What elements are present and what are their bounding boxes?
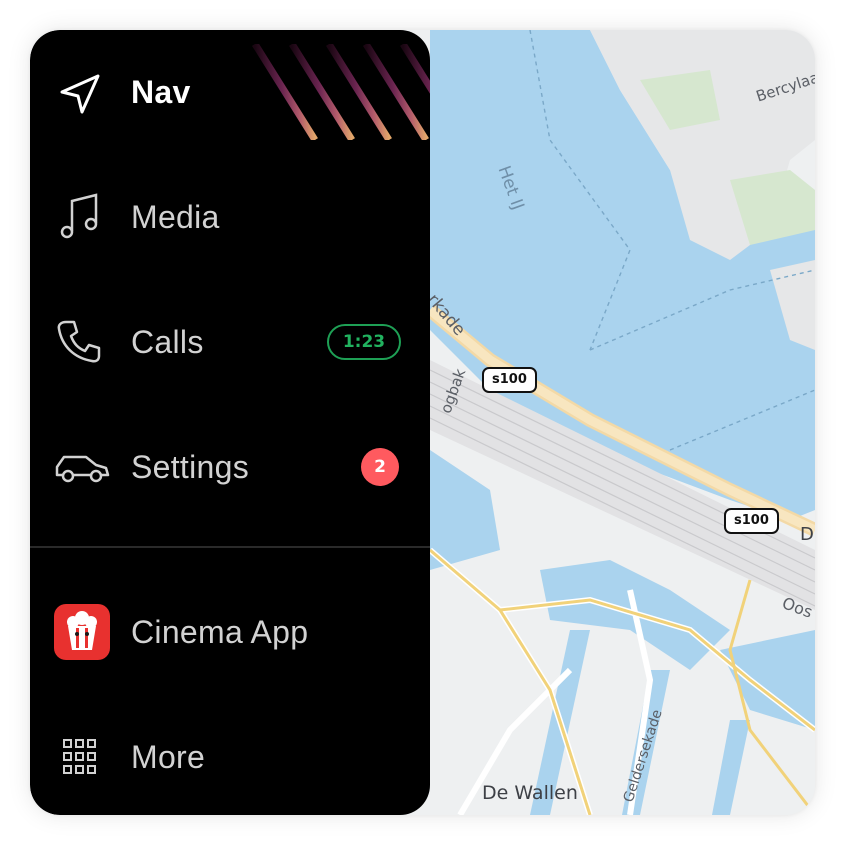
sidebar-item-nav[interactable]: Nav [30, 42, 430, 142]
map-label-d: D [800, 524, 814, 545]
sidebar-item-label: Calls [131, 324, 204, 360]
notification-badge: 2 [361, 448, 399, 486]
sidebar-item-media[interactable]: Media [30, 167, 430, 267]
sidebar: Nav Media Calls 1:23 Settings 2 Cinema A… [30, 30, 430, 815]
call-timer-badge: 1:23 [327, 324, 401, 360]
sidebar-item-calls[interactable]: Calls 1:23 [30, 292, 430, 392]
sidebar-item-label: Nav [131, 74, 191, 110]
navigation-arrow-icon [54, 68, 104, 118]
car-icon [54, 441, 110, 491]
highway-shield: s100 [724, 508, 779, 534]
highway-shield: s100 [482, 367, 537, 393]
music-note-icon [54, 191, 104, 241]
sidebar-divider [30, 546, 430, 548]
sidebar-item-label: Media [131, 199, 220, 235]
sidebar-item-settings[interactable]: Settings 2 [30, 417, 430, 517]
phone-icon [54, 316, 104, 366]
sidebar-item-label: More [131, 739, 206, 775]
sidebar-item-cinema-app[interactable]: Cinema App [30, 582, 430, 682]
grid-icon [54, 737, 104, 787]
sidebar-item-label: Cinema App [131, 614, 309, 650]
sidebar-item-label: Settings [131, 449, 250, 485]
sidebar-item-more[interactable]: More [30, 707, 430, 807]
map-label-de-wallen: De Wallen [482, 782, 578, 804]
app-window: Bercylaa Het IJ rkade ogbak De Wallen Ge… [30, 30, 815, 815]
popcorn-icon [54, 604, 110, 660]
